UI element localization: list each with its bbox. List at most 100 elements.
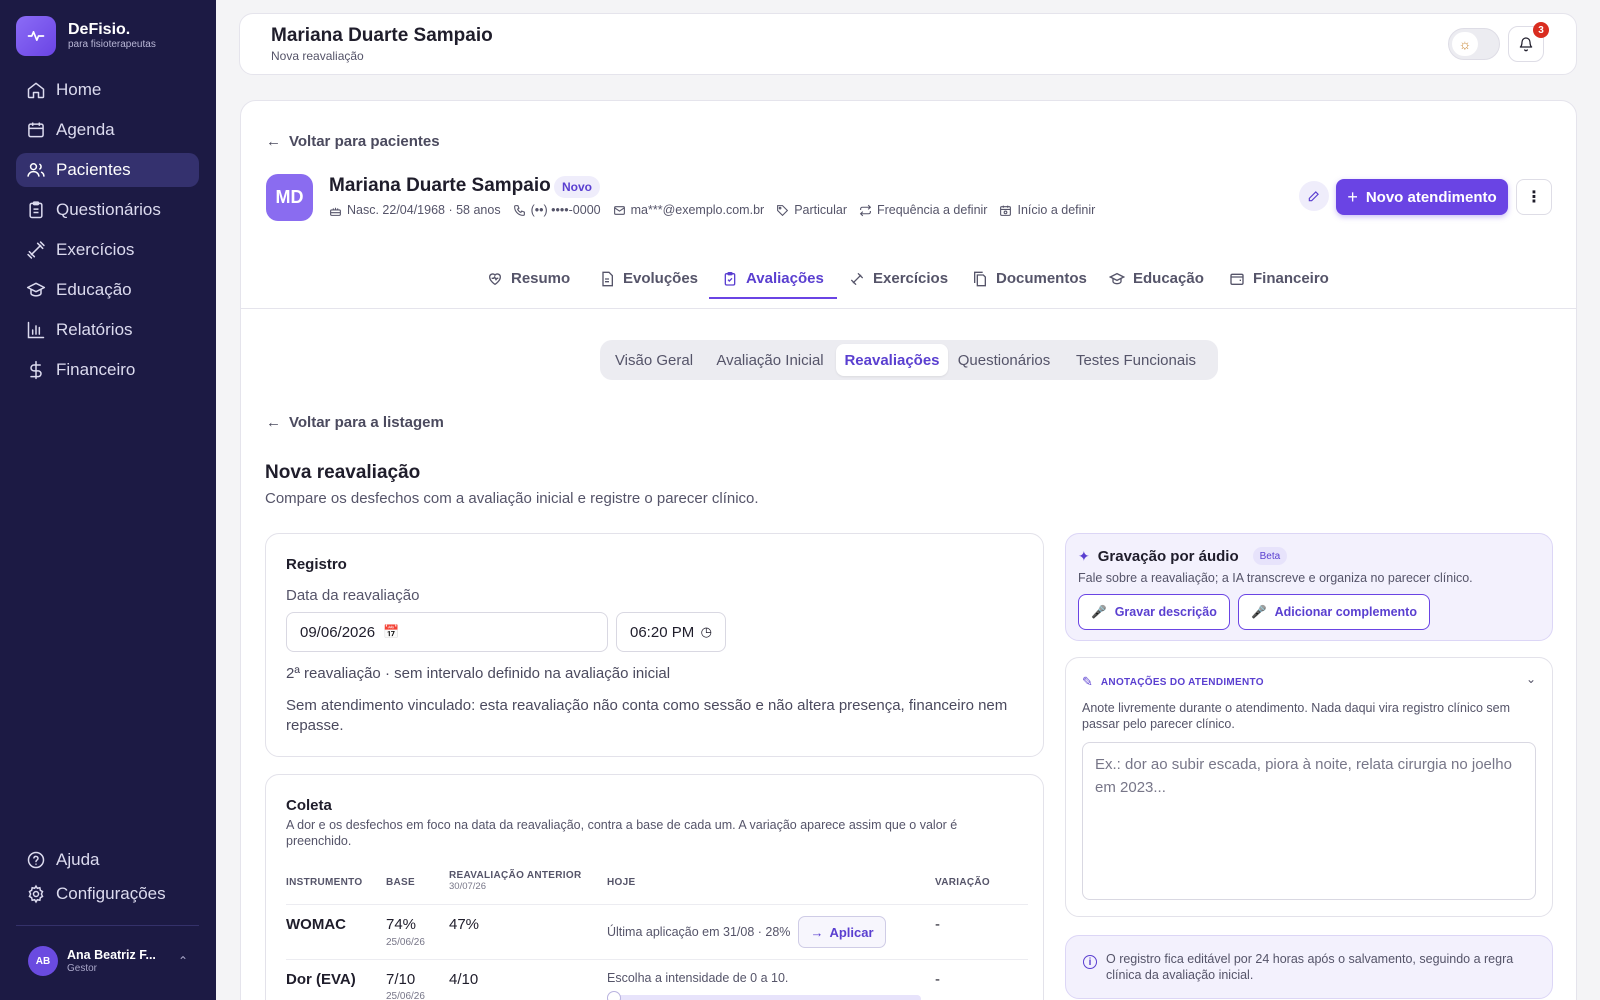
back-to-patients-link[interactable]: ← Voltar para pacientes: [266, 133, 440, 150]
pulse-logo-icon: [16, 16, 56, 56]
tab-exercicios[interactable]: Exercícios: [849, 259, 948, 298]
kebab-menu-icon: ⋮: [1526, 189, 1542, 206]
notes-description: Anote livremente durante o atendimento. …: [1082, 701, 1511, 731]
sidebar-item-agenda[interactable]: Agenda: [16, 113, 199, 147]
base-date: 25/06/26: [386, 937, 425, 948]
sidebar-item-exercicios[interactable]: Exercícios: [16, 233, 199, 267]
plus-icon: +: [1347, 186, 1358, 207]
theme-toggle[interactable]: ☼: [1448, 28, 1500, 60]
phone-info: (••) ••••-0000: [513, 203, 601, 217]
sidebar-item-home[interactable]: Home: [16, 73, 199, 107]
instrument-name: Dor (EVA): [286, 971, 356, 988]
clipboard-icon: [29, 201, 43, 219]
subtab-testes-funcionais[interactable]: Testes Funcionais: [1060, 344, 1212, 376]
graduation-cap-icon: [26, 282, 46, 297]
repeat-icon: [859, 204, 872, 216]
calendar-icon: [28, 122, 44, 138]
record-description-button[interactable]: 🎤 Gravar descrição: [1078, 594, 1230, 630]
plan-info: Particular: [776, 203, 847, 217]
pain-slider-track[interactable]: [607, 991, 921, 1000]
audio-header: ✦ Gravação por áudio Beta: [1078, 547, 1288, 565]
brand-name: DeFisio.: [68, 21, 131, 38]
time-input[interactable]: 06:20 PM ◷: [616, 612, 726, 652]
tab-educacao[interactable]: Educação: [1109, 259, 1204, 298]
apply-button[interactable]: → Aplicar: [798, 916, 886, 948]
add-complement-button[interactable]: 🎤 Adicionar complemento: [1238, 594, 1430, 630]
sidebar-item-questionarios[interactable]: Questionários: [16, 193, 199, 227]
notifications-button[interactable]: 3: [1508, 22, 1549, 62]
info-icon: i: [1083, 955, 1097, 969]
notes-card: ✎ ANOTAÇÕES DO ATENDIMENTO ⌄ Anote livre…: [1065, 657, 1553, 917]
base-value: 7/10: [386, 971, 416, 988]
col-previous: REAVALIAÇÃO ANTERIOR 30/07/26: [449, 870, 582, 892]
row-divider: [286, 904, 1028, 905]
audio-description: Fale sobre a reavaliação; a IA transcrev…: [1078, 571, 1473, 585]
birth-info: Nasc. 22/04/1968 · 58 anos: [329, 203, 501, 217]
bell-icon: [1519, 37, 1533, 52]
previous-value: 47%: [449, 916, 480, 933]
clock-icon: ◷: [700, 624, 712, 639]
sidebar-item-ajuda[interactable]: Ajuda: [16, 845, 199, 875]
tab-evolucoes[interactable]: Evoluções: [599, 259, 698, 298]
main-panel: ← Voltar para pacientes MD Mariana Duart…: [240, 100, 1577, 1000]
wallet-icon: [1230, 273, 1244, 285]
subtab-questionarios[interactable]: Questionários: [950, 344, 1058, 376]
sidebar-item-educacao[interactable]: Educação: [16, 273, 199, 307]
subtab-reavaliacoes[interactable]: Reavaliações: [836, 344, 948, 376]
instrument-name: WOMAC: [286, 916, 346, 933]
pain-slider-thumb[interactable]: [607, 991, 621, 1000]
graduation-cap-icon: [1109, 272, 1125, 284]
gear-icon: [28, 884, 44, 904]
sidebar-item-label: Financeiro: [56, 360, 136, 379]
status-badge: Novo: [554, 176, 600, 198]
dumbbell-icon: [27, 241, 45, 259]
sidebar-item-label: Pacientes: [56, 160, 131, 179]
sidebar-item-label: Exercícios: [56, 240, 135, 259]
last-application: Última aplicação em 31/08 · 28%: [607, 925, 791, 939]
variation-value: -: [935, 971, 940, 988]
user-menu[interactable]: AB Ana Beatriz F... Gestor ⌃: [28, 946, 188, 976]
card-title: Coleta: [286, 797, 332, 814]
back-to-list-link[interactable]: ← Voltar para a listagem: [266, 414, 444, 431]
home-icon: [27, 82, 45, 99]
more-options-button[interactable]: ⋮: [1516, 179, 1552, 215]
user-role: Gestor: [67, 962, 98, 974]
brand-tagline: para fisioterapeutas: [68, 39, 156, 50]
sidebar-item-label: Agenda: [56, 120, 115, 139]
brand[interactable]: DeFisio. para fisioterapeutas: [16, 16, 156, 56]
sidebar-item-pacientes[interactable]: Pacientes: [16, 153, 199, 187]
row-divider: [286, 959, 1028, 960]
heart-pulse-icon: [488, 272, 502, 285]
sidebar-item-label: Questionários: [56, 200, 161, 219]
chevron-down-icon[interactable]: ⌄: [1526, 672, 1536, 686]
pain-instruction: Escolha a intensidade de 0 a 10.: [607, 971, 789, 985]
users-icon: [27, 163, 45, 177]
section-title: Nova reavaliação: [265, 462, 421, 483]
sidebar-item-relatorios[interactable]: Relatórios: [16, 313, 199, 347]
arrow-left-icon: ←: [266, 133, 281, 150]
calendar-icon: 📅: [383, 624, 400, 639]
files-icon: [974, 271, 986, 286]
no-session-note: Sem atendimento vinculado: esta reavalia…: [286, 697, 1008, 734]
tab-avaliacoes[interactable]: Avaliações: [709, 259, 837, 299]
date-input[interactable]: 09/06/2026 📅: [286, 612, 608, 652]
dumbbell-icon: [851, 272, 863, 285]
sidebar-item-configuracoes[interactable]: Configurações: [16, 879, 199, 909]
coleta-card: Coleta A dor e os desfechos em foco na d…: [265, 774, 1044, 1000]
clipboard-check-icon: [724, 271, 736, 286]
notes-textarea[interactable]: Ex.: dor ao subir escada, piora à noite,…: [1082, 742, 1536, 900]
frequency-info: Frequência a definir: [859, 203, 987, 217]
sidebar-item-financeiro[interactable]: Financeiro: [16, 353, 199, 387]
patient-tabs: Resumo Evoluções Avaliações Exercícios D…: [241, 259, 1576, 309]
edit-patient-button[interactable]: [1299, 181, 1329, 211]
notes-header[interactable]: ✎ ANOTAÇÕES DO ATENDIMENTO: [1082, 674, 1264, 690]
reevaluation-info: 2ª reavaliação · sem intervalo definido …: [286, 665, 671, 682]
subtab-avaliacao-inicial[interactable]: Avaliação Inicial: [706, 344, 834, 376]
subtab-visao-geral[interactable]: Visão Geral: [604, 344, 704, 376]
tab-documentos[interactable]: Documentos: [972, 259, 1087, 298]
sparkles-icon: ✦: [1078, 547, 1090, 564]
page-subtitle: Nova reavaliação: [271, 49, 364, 63]
new-appointment-button[interactable]: + Novo atendimento: [1336, 179, 1508, 215]
tab-resumo[interactable]: Resumo: [487, 259, 570, 298]
tab-financeiro[interactable]: Financeiro: [1229, 259, 1329, 298]
